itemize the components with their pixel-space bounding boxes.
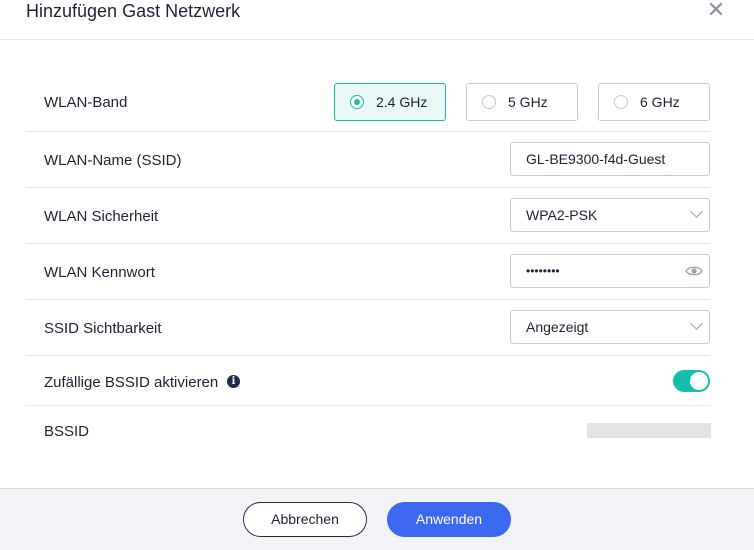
random-bssid-label: Zufällige BSSID aktivieren — [44, 374, 219, 391]
chevron-down-icon — [690, 317, 703, 330]
security-label: WLAN Sicherheit — [44, 208, 159, 225]
security-select[interactable]: WPA2-PSK — [510, 198, 710, 232]
band-option-2-4ghz[interactable]: 2.4 GHz — [334, 83, 446, 121]
close-icon[interactable]: ✕ — [704, 0, 728, 22]
dialog-header: Hinzufügen Gast Netzwerk ✕ — [0, 0, 754, 40]
band-option-label: 6 GHz — [640, 94, 680, 110]
security-value: WPA2-PSK — [526, 207, 598, 223]
radio-icon — [482, 95, 496, 109]
band-option-label: 2.4 GHz — [376, 94, 428, 110]
ssid-input[interactable]: GL-BE9300-f4d-Guest — [510, 142, 710, 176]
cancel-button[interactable]: Abbrechen — [243, 502, 367, 537]
chevron-down-icon — [690, 205, 703, 218]
password-label: WLAN Kennwort — [44, 264, 155, 281]
apply-button[interactable]: Anwenden — [387, 502, 511, 537]
ssid-label: WLAN-Name (SSID) — [44, 152, 182, 169]
bssid-value-placeholder — [587, 423, 711, 438]
band-option-5ghz[interactable]: 5 GHz — [466, 83, 578, 121]
wlan-band-label: WLAN-Band — [44, 94, 128, 111]
password-input[interactable]: •••••••• — [510, 254, 710, 288]
band-option-label: 5 GHz — [508, 94, 548, 110]
random-bssid-toggle[interactable] — [673, 370, 710, 392]
info-icon[interactable]: i — [227, 375, 240, 388]
toggle-knob — [690, 372, 708, 390]
visibility-select[interactable]: Angezeigt — [510, 310, 710, 344]
row-random-bssid: Zufällige BSSID aktivieren — [26, 356, 710, 406]
visibility-label: SSID Sichtbarkeit — [44, 320, 162, 337]
ssid-value: GL-BE9300-f4d-Guest — [526, 151, 666, 167]
dialog-footer — [0, 488, 754, 550]
band-option-6ghz[interactable]: 6 GHz — [598, 83, 710, 121]
visibility-value: Angezeigt — [526, 319, 589, 335]
bssid-label: BSSID — [44, 423, 90, 440]
eye-icon[interactable] — [685, 264, 703, 278]
radio-icon — [614, 95, 628, 109]
password-value: •••••••• — [526, 264, 560, 278]
dialog-title: Hinzufügen Gast Netzwerk — [26, 1, 241, 21]
radio-selected-icon — [350, 95, 364, 109]
